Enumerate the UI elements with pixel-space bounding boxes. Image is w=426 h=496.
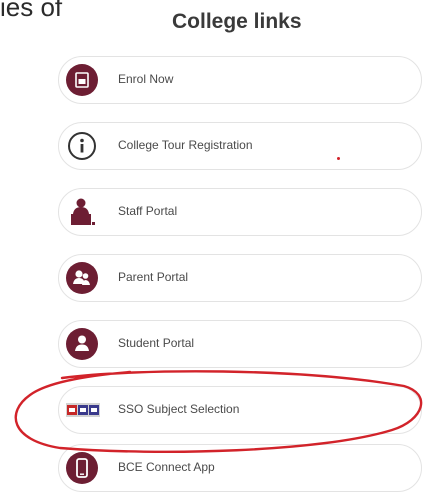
link-college-tour-registration[interactable]: College Tour Registration <box>58 122 422 170</box>
college-links-title: College links <box>172 10 302 33</box>
link-enrol-now[interactable]: Enrol Now <box>58 56 422 104</box>
sso-logo-icon <box>66 401 100 419</box>
link-label: Staff Portal <box>118 204 178 218</box>
enrol-form-icon <box>66 64 98 96</box>
parent-people-icon <box>66 262 98 294</box>
student-person-icon <box>66 328 98 360</box>
link-bce-connect-app[interactable]: BCE Connect App <box>58 444 422 492</box>
staff-desk-icon <box>66 196 98 228</box>
link-staff-portal[interactable]: Staff Portal <box>58 188 422 236</box>
link-label: Student Portal <box>118 336 195 350</box>
link-parent-portal[interactable]: Parent Portal <box>58 254 422 302</box>
link-label: BCE Connect App <box>118 460 215 474</box>
annotation-dot <box>337 157 340 160</box>
link-label: College Tour Registration <box>118 138 253 152</box>
link-label: Parent Portal <box>118 270 189 284</box>
cutoff-heading-text: ies of <box>0 0 63 22</box>
link-label: Enrol Now <box>118 72 174 86</box>
info-icon <box>66 130 98 162</box>
phone-icon <box>66 452 98 484</box>
link-student-portal[interactable]: Student Portal <box>58 320 422 368</box>
link-label: SSO Subject Selection <box>118 402 240 416</box>
link-sso-subject-selection[interactable]: SSO Subject Selection <box>58 386 422 434</box>
